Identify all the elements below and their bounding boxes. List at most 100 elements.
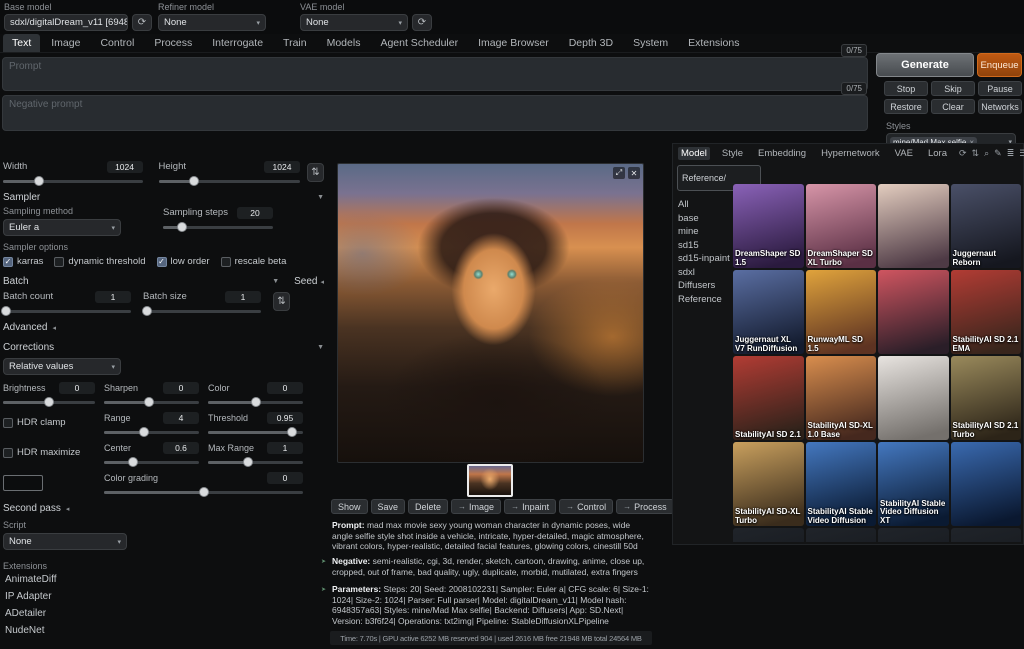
stop-button[interactable]: Stop [884,81,928,96]
tab-train[interactable]: Train [274,34,316,52]
checkbox-rescale-beta[interactable]: rescale beta [221,256,287,267]
networks-tab-model[interactable]: Model [678,147,710,160]
width-slider[interactable] [3,180,143,183]
model-card[interactable] [733,528,804,542]
prompt-input[interactable] [2,57,868,91]
tab-image[interactable]: Image [42,34,89,52]
model-card-stabilityai-sd-2-1-ema[interactable]: StabilityAI SD 2.1 EMA [951,270,1022,354]
max-range-value[interactable]: 1 [267,442,303,454]
batch-section-header[interactable]: Batch ▼ Seed ◂ [3,276,324,287]
output-delete-button[interactable]: Delete [408,499,448,514]
batch-count-slider[interactable] [3,310,131,313]
threshold-slider[interactable] [208,431,303,434]
output-process-button[interactable]: →Process [616,499,674,514]
networks-tab-hypernetwork[interactable]: Hypernetwork [818,147,883,160]
model-card[interactable] [806,528,877,542]
hdr-color-picker[interactable] [3,475,43,491]
checkbox-dynamic-threshold[interactable]: dynamic threshold [54,256,145,267]
batch-size-value[interactable]: 1 [225,291,261,303]
model-card-juggernaut-xl-v7-rundiffusion[interactable]: Juggernaut XL V7 RunDiffusion [733,270,804,354]
model-card-juggernaut-reborn[interactable]: Juggernaut Reborn [951,184,1022,268]
color-grading-slider[interactable] [104,491,303,494]
fullscreen-icon[interactable]: ⤢ [613,167,625,179]
tab-system[interactable]: System [624,34,677,52]
output-show-button[interactable]: Show [331,499,368,514]
sort-icon[interactable]: ⇅ [972,148,980,159]
networks-tab-embedding[interactable]: Embedding [755,147,809,160]
networks-tab-lora[interactable]: Lora [925,147,950,160]
generated-image[interactable]: ⤢ ✕ [337,163,644,463]
color-slider[interactable] [208,401,303,404]
seed-section-header[interactable]: Seed ◂ [294,276,324,287]
tab-extensions[interactable]: Extensions [679,34,748,52]
brightness-value[interactable]: 0 [59,382,95,394]
height-slider[interactable] [159,180,300,183]
copy-icon[interactable]: ➤ [321,585,326,596]
tab-interrogate[interactable]: Interrogate [203,34,272,52]
script-select[interactable]: None ▾ [3,533,127,550]
tab-process[interactable]: Process [145,34,201,52]
model-card-stabilityai-sd-2-1[interactable]: StabilityAI SD 2.1 [733,356,804,440]
refresh-vae-button[interactable]: ⟳ [412,14,432,31]
tab-text[interactable]: Text [3,34,40,52]
menu-icon[interactable]: ☰ [1019,148,1024,159]
clear-button[interactable]: Clear [931,99,975,114]
hdr-maximize-checkbox[interactable]: HDR maximize [3,441,95,464]
model-card-stabilityai-sd-xl-1-0-base[interactable]: StabilityAI SD-XL 1.0 Base [806,356,877,440]
networks-button[interactable]: Networks [978,99,1022,114]
batch-size-slider[interactable] [143,310,261,313]
output-control-button[interactable]: →Control [559,499,613,514]
tab-models[interactable]: Models [318,34,370,52]
pause-button[interactable]: Pause [978,81,1022,96]
gallery-thumbnail[interactable] [467,464,513,497]
output-image-button[interactable]: →Image [451,499,501,514]
model-card-stabilityai-stable-video-diffusion[interactable]: StabilityAI Stable Video Diffusion [806,442,877,526]
model-card-dreamshaper-sd-xl-turbo[interactable]: DreamShaper SD XL Turbo [806,184,877,268]
model-card[interactable] [878,184,949,268]
skip-button[interactable]: Skip [931,81,975,96]
model-card[interactable] [878,528,949,542]
corrections-mode-select[interactable]: Relative values ▾ [3,358,121,375]
networks-tab-style[interactable]: Style [719,147,746,160]
tab-agent-scheduler[interactable]: Agent Scheduler [371,34,467,52]
model-card-stabilityai-sd-2-1-turbo[interactable]: StabilityAI SD 2.1 Turbo [951,356,1022,440]
output-inpaint-button[interactable]: →Inpaint [504,499,556,514]
refresh-icon[interactable]: ⟳ [959,148,967,159]
model-card-runwayml-sd-1-5[interactable]: RunwayML SD 1.5 [806,270,877,354]
second-pass-section-header[interactable]: Second pass ◂ [3,503,324,514]
sampling-method-select[interactable]: Euler a ▾ [3,219,121,236]
enqueue-button[interactable]: Enqueue [977,53,1022,77]
model-card[interactable] [951,442,1022,526]
output-save-button[interactable]: Save [371,499,406,514]
close-icon[interactable]: ✕ [628,167,640,179]
center-value[interactable]: 0.6 [163,442,199,454]
model-card-stabilityai-sd-xl-turbo[interactable]: StabilityAI SD-XL Turbo [733,442,804,526]
model-card[interactable] [951,528,1022,542]
color-grading-value[interactable]: 0 [267,472,303,484]
tab-depth-3d[interactable]: Depth 3D [560,34,622,52]
max-range-slider[interactable] [208,461,303,464]
extension-adetailer[interactable]: ADetailer [3,605,324,622]
tab-control[interactable]: Control [91,34,143,52]
networks-tab-vae[interactable]: VAE [892,147,916,160]
width-value[interactable]: 1024 [107,161,143,173]
copy-icon[interactable]: ➤ [321,557,326,568]
tab-image-browser[interactable]: Image Browser [469,34,558,52]
generate-button[interactable]: Generate [876,53,974,77]
model-card[interactable] [878,270,949,354]
search-icon[interactable]: ⌕ [984,148,989,159]
sampling-steps-value[interactable]: 20 [237,207,273,219]
sampler-section-header[interactable]: Sampler ▼ [3,192,324,203]
model-card-stabilityai-stable-video-diffusion-xt[interactable]: StabilityAI Stable Video Diffusion XT [878,442,949,526]
advanced-section-header[interactable]: Advanced ◂ [3,322,324,333]
edit-icon[interactable]: ✎ [994,148,1002,159]
brightness-slider[interactable] [3,401,95,404]
list-icon[interactable]: ≣ [1007,148,1015,159]
corrections-section-header[interactable]: Corrections ▼ [3,342,324,353]
threshold-value[interactable]: 0.95 [267,412,303,424]
vae-model-select[interactable]: None ▾ [300,14,408,31]
checkbox-low-order[interactable]: ✓low order [157,256,210,267]
color-value[interactable]: 0 [267,382,303,394]
height-value[interactable]: 1024 [264,161,300,173]
base-model-select[interactable]: sdxl/digitalDream_v11 [6948… ▾ [4,14,128,31]
